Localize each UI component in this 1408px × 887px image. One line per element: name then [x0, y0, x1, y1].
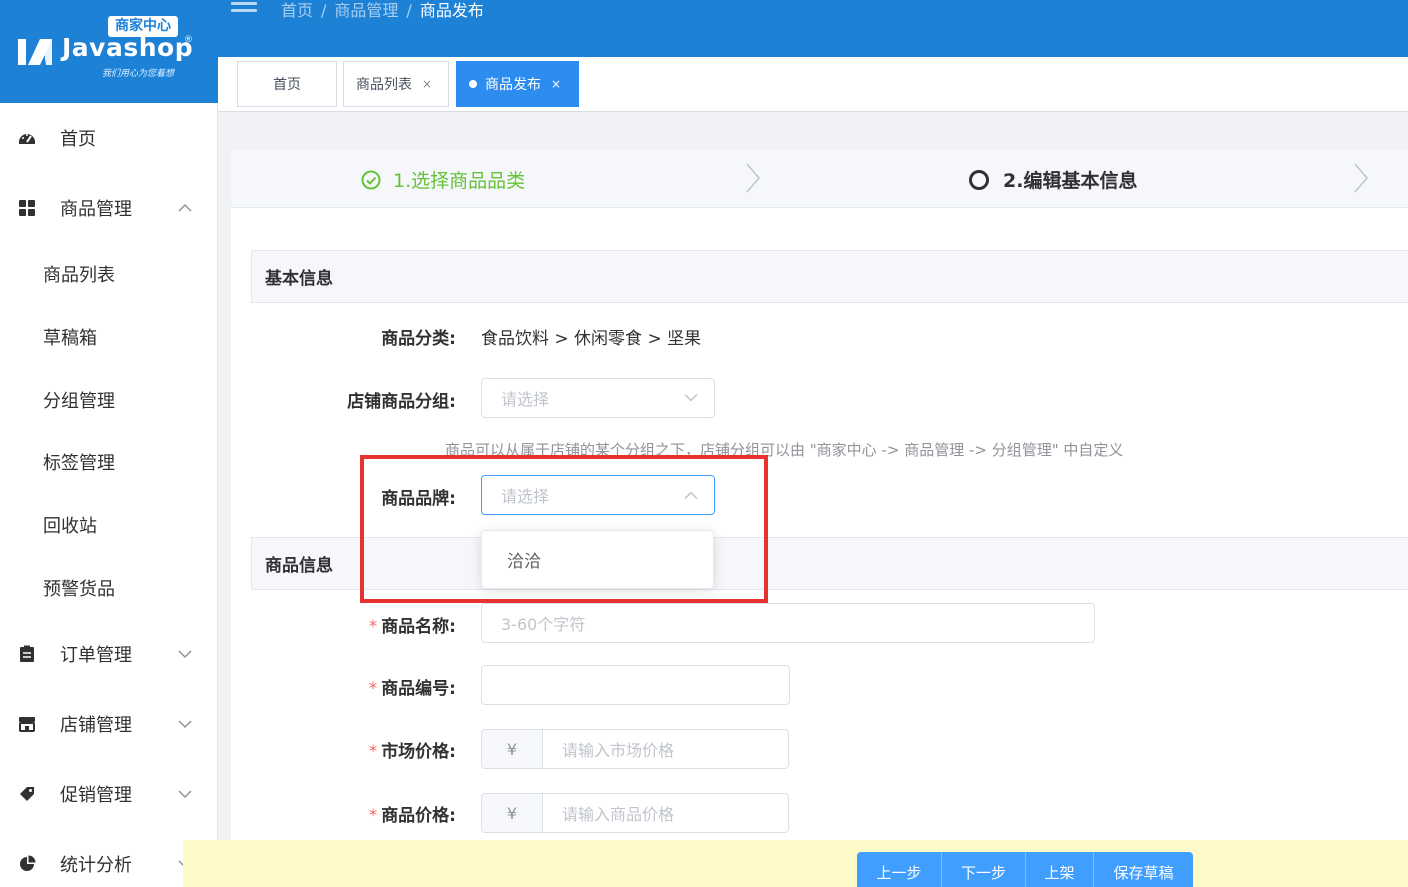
chevron-up-icon	[178, 203, 192, 212]
label-text: 商品编号:	[381, 679, 456, 699]
prev-step-button[interactable]: 上一步	[857, 852, 942, 887]
required-mark: *	[368, 617, 378, 637]
currency-prefix: ¥	[482, 730, 543, 768]
step-ring-icon	[969, 169, 989, 190]
sidebar-item-label: 订单管理	[60, 645, 132, 667]
goods-price-label: * 商品价格:	[369, 801, 456, 826]
sidebar: 商家中心 Javashop ® 我们用心为您着想 首页 商品管理 商品列表 草稿…	[0, 0, 218, 887]
category-label: 商品分类:	[381, 329, 456, 349]
sidebar-menu: 首页 商品管理 商品列表 草稿箱 分组管理 标签管理 回收站 预警货品 订单管理	[0, 103, 218, 887]
store-group-select[interactable]: 请选择	[481, 378, 715, 418]
sidebar-subitem-tags[interactable]: 标签管理	[0, 431, 218, 494]
market-price-input[interactable]: ¥ 请输入市场价格	[481, 729, 789, 769]
tags-view-bar: 首页 商品列表 × 商品发布 ×	[218, 57, 1408, 112]
tag-icon	[20, 787, 34, 802]
category-value: 食品饮料 > 休闲零食 > 坚果	[481, 329, 702, 349]
top-header: 首页 / 商品管理 / 商品发布	[218, 0, 1408, 57]
step-label: 1.选择商品品类	[393, 170, 526, 192]
sidebar-subitem-groups[interactable]: 分组管理	[0, 368, 218, 431]
goods-name-input[interactable]: 3-60个字符	[481, 603, 1095, 643]
dashboard-icon	[19, 134, 35, 144]
input-placeholder: 请输入市场价格	[562, 741, 675, 760]
pie-chart-icon	[20, 855, 36, 872]
sidebar-item-label: 商品管理	[60, 199, 132, 220]
tab-label: 商品发布	[485, 77, 541, 93]
tab-goods-publish[interactable]: 商品发布 ×	[456, 61, 579, 107]
breadcrumb-home[interactable]: 首页	[281, 1, 313, 20]
sidebar-item-label: 统计分析	[60, 855, 132, 877]
input-placeholder: 3-60个字符	[501, 615, 586, 634]
sidebar-item-home[interactable]: 首页	[0, 103, 218, 173]
sidebar-item-shop-management[interactable]: 店铺管理	[0, 689, 218, 759]
label-text: 市场价格:	[381, 742, 456, 762]
highlight-box	[360, 455, 768, 603]
sidebar-subitem-stock-alert[interactable]: 预警货品	[0, 556, 218, 619]
breadcrumb-separator: /	[321, 1, 327, 20]
store-group-label: 店铺商品分组:	[347, 392, 456, 412]
close-icon[interactable]: ×	[422, 77, 432, 91]
input-placeholder: 请输入商品价格	[562, 805, 675, 824]
goods-sn-input[interactable]	[481, 665, 790, 705]
goods-price-input[interactable]: ¥ 请输入商品价格	[481, 793, 789, 833]
sidebar-subitem-drafts[interactable]: 草稿箱	[0, 306, 218, 369]
chevron-down-icon	[178, 650, 192, 659]
step-arrow-icon	[746, 163, 760, 193]
goods-name-label: * 商品名称:	[369, 612, 456, 637]
breadcrumb-goods-management[interactable]: 商品管理	[334, 1, 398, 20]
tab-label: 商品列表	[356, 77, 412, 93]
shop-icon	[19, 717, 35, 733]
chevron-down-icon	[178, 790, 192, 799]
tab-label: 首页	[273, 77, 301, 93]
sidebar-subitem-recycle-bin[interactable]: 回收站	[0, 494, 218, 557]
sidebar-subitem-goods-list[interactable]: 商品列表	[0, 243, 218, 306]
market-price-label: * 市场价格:	[369, 737, 456, 762]
required-mark: *	[368, 806, 378, 826]
close-icon[interactable]: ×	[551, 77, 561, 91]
tab-home[interactable]: 首页	[237, 61, 337, 107]
chevron-down-icon	[178, 720, 192, 729]
section-basic-info: 基本信息	[251, 250, 1408, 303]
brand-name: Javashop	[62, 33, 194, 62]
check-circle-icon	[361, 170, 381, 189]
registered-mark: ®	[184, 35, 193, 45]
breadcrumb-separator: /	[406, 1, 412, 20]
active-dot-icon	[469, 80, 477, 88]
step-select-category: 1.选择商品品类	[361, 166, 525, 193]
breadcrumb: 首页 / 商品管理 / 商品发布	[281, 0, 484, 21]
required-mark: *	[368, 742, 378, 762]
next-step-button[interactable]: 下一步	[942, 852, 1026, 887]
required-mark: *	[368, 679, 378, 699]
tab-goods-list[interactable]: 商品列表 ×	[343, 61, 449, 107]
sidebar-item-promotion-management[interactable]: 促销管理	[0, 759, 218, 829]
step-edit-basic-info: 2.编辑基本信息	[969, 166, 1137, 193]
brand-slogan: 我们用心为您着想	[102, 69, 175, 79]
grid-icon	[19, 200, 35, 216]
goods-sn-label: * 商品编号:	[369, 674, 456, 699]
menu-toggle-icon[interactable]	[231, 2, 257, 14]
javashop-logo-icon	[18, 39, 52, 65]
breadcrumb-current: 商品发布	[419, 1, 484, 20]
chevron-down-icon	[684, 393, 698, 402]
sidebar-item-goods-management[interactable]: 商品管理	[0, 173, 218, 243]
step-label: 2.编辑基本信息	[1003, 170, 1138, 192]
sidebar-item-label: 促销管理	[60, 785, 132, 807]
select-placeholder: 请选择	[501, 390, 550, 409]
sidebar-item-label: 首页	[60, 129, 96, 150]
step-arrow-icon	[1354, 163, 1368, 193]
sidebar-item-label: 店铺管理	[60, 715, 132, 737]
label-text: 商品名称:	[381, 617, 456, 637]
save-draft-button[interactable]: 保存草稿	[1094, 852, 1193, 887]
label-text: 商品价格:	[381, 806, 456, 826]
footer-action-bar	[183, 840, 1408, 887]
sidebar-item-order-management[interactable]: 订单管理	[0, 619, 218, 689]
steps-bar: 1.选择商品品类 2.编辑基本信息	[231, 150, 1408, 208]
clipboard-icon	[20, 645, 34, 663]
logo-area: 商家中心 Javashop ® 我们用心为您着想	[0, 0, 218, 103]
action-button-group: 上一步 下一步 上架 保存草稿	[857, 852, 1193, 887]
publish-button[interactable]: 上架	[1026, 852, 1094, 887]
currency-prefix: ¥	[482, 794, 543, 832]
